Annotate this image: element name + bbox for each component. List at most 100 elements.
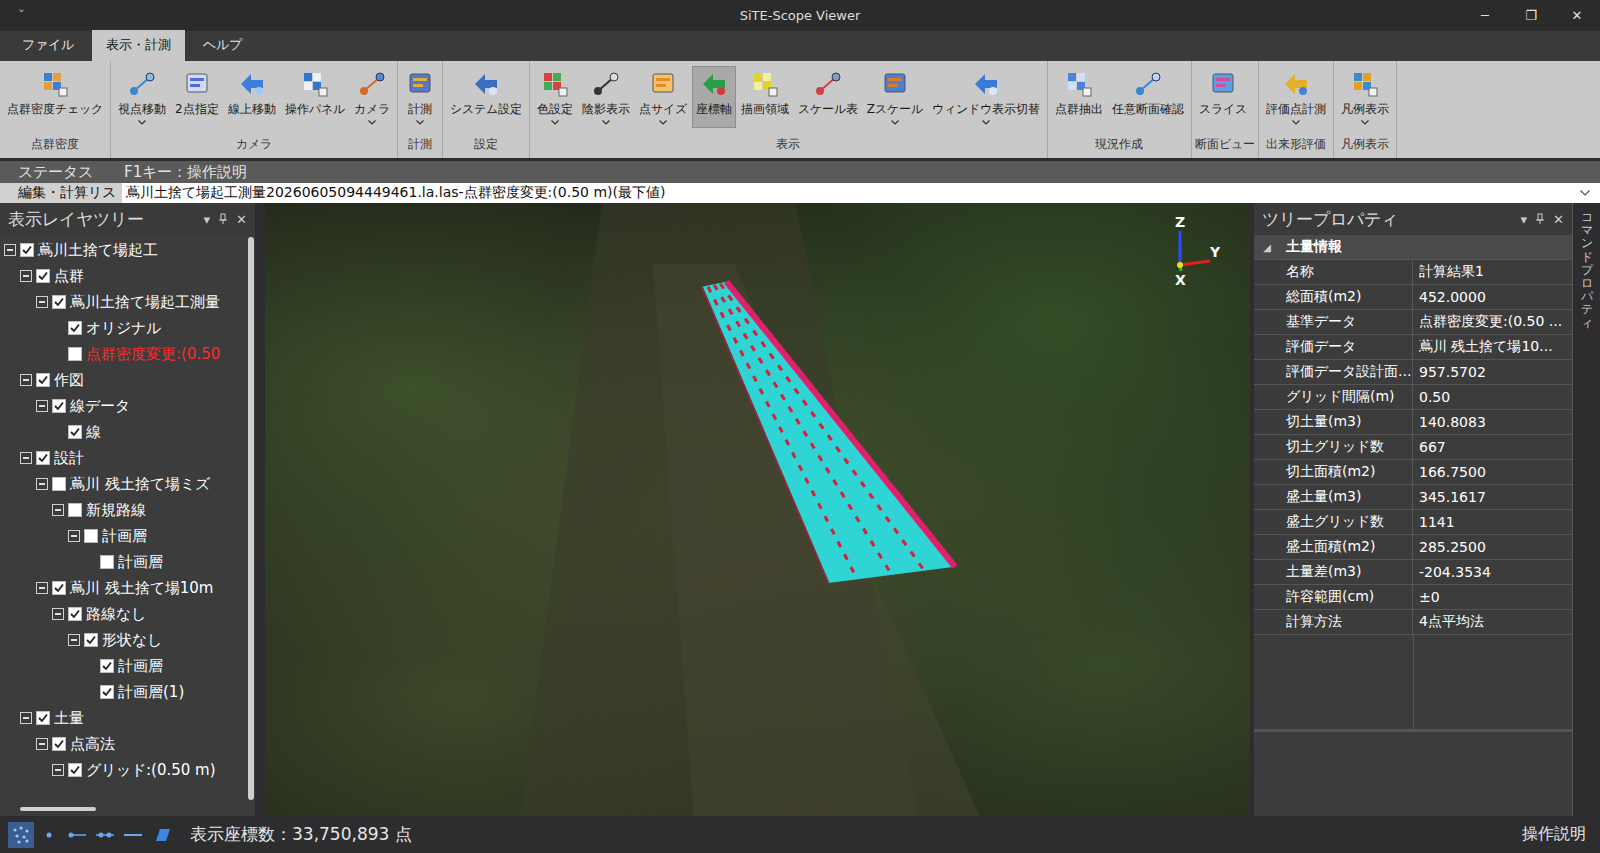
menu-tab[interactable]: ヘルプ — [189, 30, 256, 61]
window-control-button[interactable]: ─ — [1462, 8, 1508, 23]
tree-item[interactable]: 線 — [0, 419, 247, 445]
tree-item[interactable]: グリッド:(0.50 m) — [0, 757, 247, 783]
checkbox-icon[interactable] — [100, 659, 114, 673]
property-value[interactable]: 957.5702 — [1413, 360, 1572, 384]
checkbox-icon[interactable] — [84, 633, 98, 647]
collapse-icon[interactable] — [20, 712, 32, 724]
property-section[interactable]: ◢土量情報 — [1254, 235, 1572, 260]
checkbox-icon[interactable] — [100, 685, 114, 699]
checkbox-icon[interactable] — [84, 529, 98, 543]
ribbon-button[interactable]: 凡例表示 — [1337, 66, 1393, 128]
property-row[interactable]: 許容範囲(cm)±0 — [1254, 585, 1572, 610]
tree-item[interactable]: オリジナル — [0, 315, 247, 341]
side-tab[interactable]: コマンドプロパティ — [1581, 211, 1593, 816]
tree-item[interactable]: 計画層 — [0, 653, 247, 679]
property-row[interactable]: 切土量(m3)140.8083 — [1254, 410, 1572, 435]
edit-field[interactable]: 蔦川土捨て場起工測量20260605094449461.la.las-点群密度変… — [122, 184, 1580, 202]
ribbon-button[interactable]: 視点移動 — [114, 66, 170, 128]
ribbon-button[interactable]: システム設定 — [446, 66, 526, 128]
chevron-down-icon[interactable] — [1580, 190, 1590, 196]
ribbon-button[interactable]: カメラ — [350, 66, 394, 128]
ribbon-button[interactable]: 点群密度チェック — [3, 66, 107, 128]
checkbox-icon[interactable] — [52, 295, 66, 309]
property-row[interactable]: 評価データ設計面...957.5702 — [1254, 360, 1572, 385]
tree-item[interactable]: 計画層(1) — [0, 679, 247, 705]
window-control-button[interactable]: ❐ — [1508, 8, 1554, 23]
collapse-icon[interactable] — [52, 764, 64, 776]
ribbon-button[interactable]: 任意断面確認 — [1108, 66, 1188, 128]
property-value[interactable]: ±0 — [1413, 585, 1572, 609]
property-value[interactable]: 285.2500 — [1413, 535, 1572, 559]
checkbox-icon[interactable] — [36, 451, 50, 465]
property-row[interactable]: 盛土量(m3)345.1617 — [1254, 485, 1572, 510]
collapse-icon[interactable] — [36, 582, 48, 594]
property-value[interactable]: 1141 — [1413, 510, 1572, 534]
pin-icon[interactable] — [1535, 213, 1545, 225]
panel-menu-button[interactable]: ▾ — [1521, 212, 1528, 227]
collapse-icon[interactable] — [52, 608, 64, 620]
collapse-icon[interactable] — [20, 270, 32, 282]
checkbox-icon[interactable] — [52, 399, 66, 413]
tree-item[interactable]: 蔦川 残土捨て場ミズ — [0, 471, 247, 497]
property-value[interactable]: 667 — [1413, 435, 1572, 459]
property-row[interactable]: 評価データ蔦川 残土捨て場10... — [1254, 335, 1572, 360]
ribbon-button[interactable]: 点サイズ — [635, 66, 691, 128]
ribbon-button[interactable]: 色設定 — [533, 66, 577, 128]
checkbox-icon[interactable] — [52, 477, 66, 491]
tree-item[interactable]: 点高法 — [0, 731, 247, 757]
collapse-icon[interactable] — [68, 530, 80, 542]
ribbon-button[interactable]: 線上移動 — [224, 66, 280, 128]
collapse-icon[interactable] — [4, 244, 16, 256]
property-row[interactable]: グリッド間隔(m)0.50 — [1254, 385, 1572, 410]
property-row[interactable]: 盛土面積(m2)285.2500 — [1254, 535, 1572, 560]
panel-close-button[interactable]: ✕ — [236, 212, 247, 227]
ribbon-button[interactable]: 計測 — [401, 66, 439, 128]
vertical-scrollbar[interactable] — [247, 235, 255, 802]
property-value[interactable]: 0.50 — [1413, 385, 1572, 409]
view-mode-button[interactable] — [64, 822, 90, 848]
collapse-icon[interactable] — [20, 374, 32, 386]
tree-item[interactable]: 新規路線 — [0, 497, 247, 523]
property-row[interactable]: 切土面積(m2)166.7500 — [1254, 460, 1572, 485]
tree-item[interactable]: 設計 — [0, 445, 247, 471]
help-link[interactable]: 操作説明 — [1522, 824, 1586, 845]
view-mode-button[interactable] — [8, 822, 34, 848]
tree-item[interactable]: 作図 — [0, 367, 247, 393]
horizontal-scrollbar[interactable] — [0, 802, 255, 816]
property-value[interactable]: -204.3534 — [1413, 560, 1572, 584]
panel-close-button[interactable]: ✕ — [1553, 212, 1564, 227]
tree-item[interactable]: 路線なし — [0, 601, 247, 627]
collapse-icon[interactable] — [52, 504, 64, 516]
ribbon-button[interactable]: Zスケール — [863, 66, 927, 128]
property-row[interactable]: 名称計算結果1 — [1254, 260, 1572, 285]
checkbox-icon[interactable] — [52, 737, 66, 751]
checkbox-icon[interactable] — [36, 711, 50, 725]
tree-item[interactable]: 点群 — [0, 263, 247, 289]
checkbox-icon[interactable] — [68, 763, 82, 777]
ribbon-button[interactable]: 操作パネル — [281, 66, 349, 128]
property-value[interactable]: 166.7500 — [1413, 460, 1572, 484]
property-row[interactable]: 土量差(m3)-204.3534 — [1254, 560, 1572, 585]
tree-item[interactable]: 点群密度変更:(0.50 — [0, 341, 247, 367]
checkbox-icon[interactable] — [68, 347, 82, 361]
collapse-icon[interactable] — [36, 738, 48, 750]
property-value[interactable]: 計算結果1 — [1413, 260, 1572, 284]
collapse-icon[interactable] — [20, 452, 32, 464]
menu-tab[interactable]: ファイル — [8, 30, 88, 61]
tree-item[interactable]: 計画層 — [0, 549, 247, 575]
menu-tab[interactable]: 表示・計測 — [92, 30, 185, 61]
ribbon-button[interactable]: 2点指定 — [171, 66, 223, 128]
tree-item[interactable]: 蔦川土捨て場起工測量 — [0, 289, 247, 315]
collapse-icon[interactable] — [36, 296, 48, 308]
collapse-icon[interactable] — [68, 634, 80, 646]
property-row[interactable]: 盛土グリッド数1141 — [1254, 510, 1572, 535]
property-value[interactable]: 4点平均法 — [1413, 610, 1572, 634]
tree-item[interactable]: 蔦川土捨て場起工 — [0, 237, 247, 263]
panel-menu-button[interactable]: ▾ — [204, 212, 211, 227]
property-value[interactable]: 452.0000 — [1413, 285, 1572, 309]
pin-icon[interactable] — [218, 213, 228, 225]
checkbox-icon[interactable] — [100, 555, 114, 569]
property-value[interactable]: 蔦川 残土捨て場10... — [1413, 335, 1572, 359]
collapse-icon[interactable] — [36, 400, 48, 412]
checkbox-icon[interactable] — [36, 269, 50, 283]
